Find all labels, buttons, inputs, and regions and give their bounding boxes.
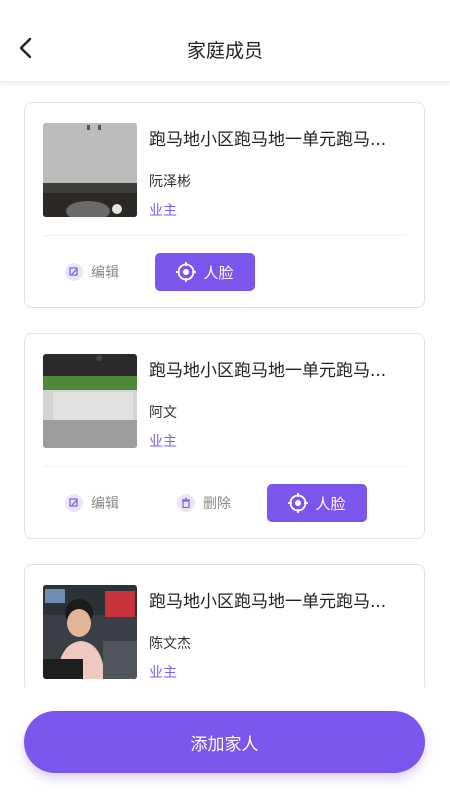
member-address: 跑马地小区跑马地一单元跑马... [149, 130, 387, 150]
edit-button[interactable]: 编辑 [65, 253, 119, 291]
face-button[interactable]: 人脸 [155, 253, 255, 291]
member-list[interactable]: 跑马地小区跑马地一单元跑马... 阮泽彬 业主 编辑 人脸 跑马地小区跑马地一单… [0, 82, 450, 687]
face-target-icon [288, 493, 309, 513]
delete-button[interactable]: 删除 [177, 484, 231, 522]
member-photo [43, 354, 137, 448]
member-photo [43, 123, 137, 217]
add-family-label: 添加家人 [190, 734, 259, 755]
page-title: 家庭成员 [186, 40, 263, 62]
edit-button[interactable]: 编辑 [65, 484, 119, 522]
member-card: 跑马地小区跑马地一单元跑马... 阿文 业主 编辑 删除 人脸 [24, 333, 425, 539]
edit-icon [65, 263, 83, 281]
edit-icon [65, 494, 83, 512]
delete-label: 删除 [203, 496, 231, 512]
member-role: 业主 [149, 203, 177, 219]
divider [43, 466, 406, 467]
top-bar: 家庭成员 [0, 0, 450, 82]
member-address: 跑马地小区跑马地一单元跑马... [149, 592, 387, 612]
face-target-icon [176, 262, 197, 282]
add-family-button[interactable]: 添加家人 [24, 711, 425, 773]
divider [43, 235, 406, 236]
trash-icon [177, 494, 195, 512]
face-button[interactable]: 人脸 [267, 484, 367, 522]
edit-label: 编辑 [91, 265, 119, 281]
face-label: 人脸 [203, 263, 234, 282]
member-address: 跑马地小区跑马地一单元跑马... [149, 361, 387, 381]
member-photo [43, 585, 137, 679]
face-label: 人脸 [315, 494, 346, 513]
member-role: 业主 [149, 434, 177, 450]
member-card: 跑马地小区跑马地一单元跑马... 陈文杰 业主 [24, 564, 425, 687]
member-role: 业主 [149, 665, 177, 681]
edit-label: 编辑 [91, 496, 119, 512]
member-name: 阮泽彬 [149, 174, 191, 190]
member-card: 跑马地小区跑马地一单元跑马... 阮泽彬 业主 编辑 人脸 [24, 102, 425, 308]
member-name: 阿文 [149, 405, 177, 421]
member-name: 陈文杰 [149, 636, 191, 652]
